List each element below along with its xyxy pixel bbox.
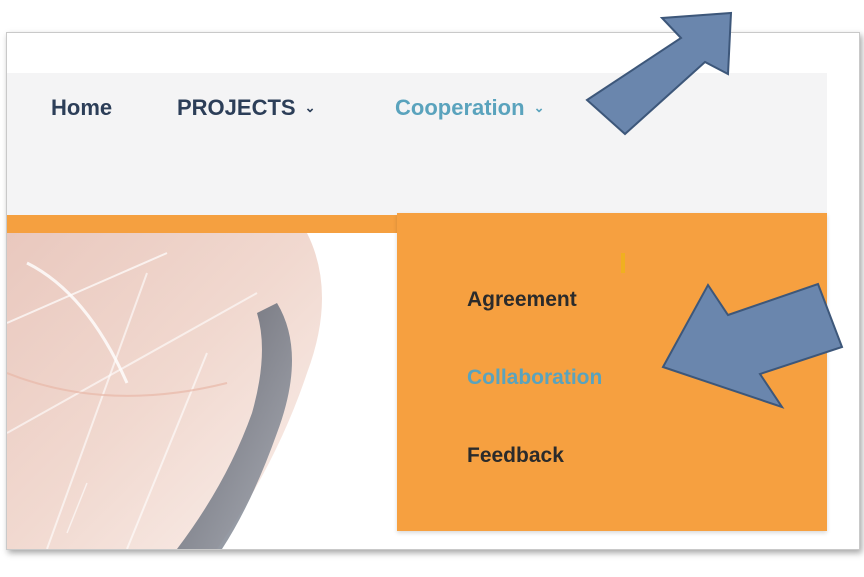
chevron-down-icon: ⌄ bbox=[533, 100, 545, 115]
nav-projects-label: PROJECTS bbox=[177, 95, 296, 120]
nav-home-label: Home bbox=[51, 95, 113, 120]
chevron-down-icon: ⌄ bbox=[304, 100, 316, 115]
dropdown-item-feedback[interactable]: Feedback bbox=[467, 444, 564, 468]
nav-home[interactable]: Home bbox=[51, 95, 112, 121]
dropdown-marker bbox=[621, 253, 625, 273]
dropdown-item-collaboration[interactable]: Collaboration bbox=[467, 366, 602, 390]
nav-projects[interactable]: PROJECTS ⌄ bbox=[177, 95, 316, 121]
hero-artwork bbox=[7, 233, 407, 549]
nav-cooperation-label: Cooperation bbox=[395, 95, 525, 120]
nav-cooperation[interactable]: Cooperation ⌄ bbox=[395, 95, 544, 121]
dropdown-item-agreement[interactable]: Agreement bbox=[467, 288, 577, 312]
arrow-annotation-icon bbox=[585, 11, 733, 136]
arrow-annotation-icon bbox=[661, 282, 844, 409]
